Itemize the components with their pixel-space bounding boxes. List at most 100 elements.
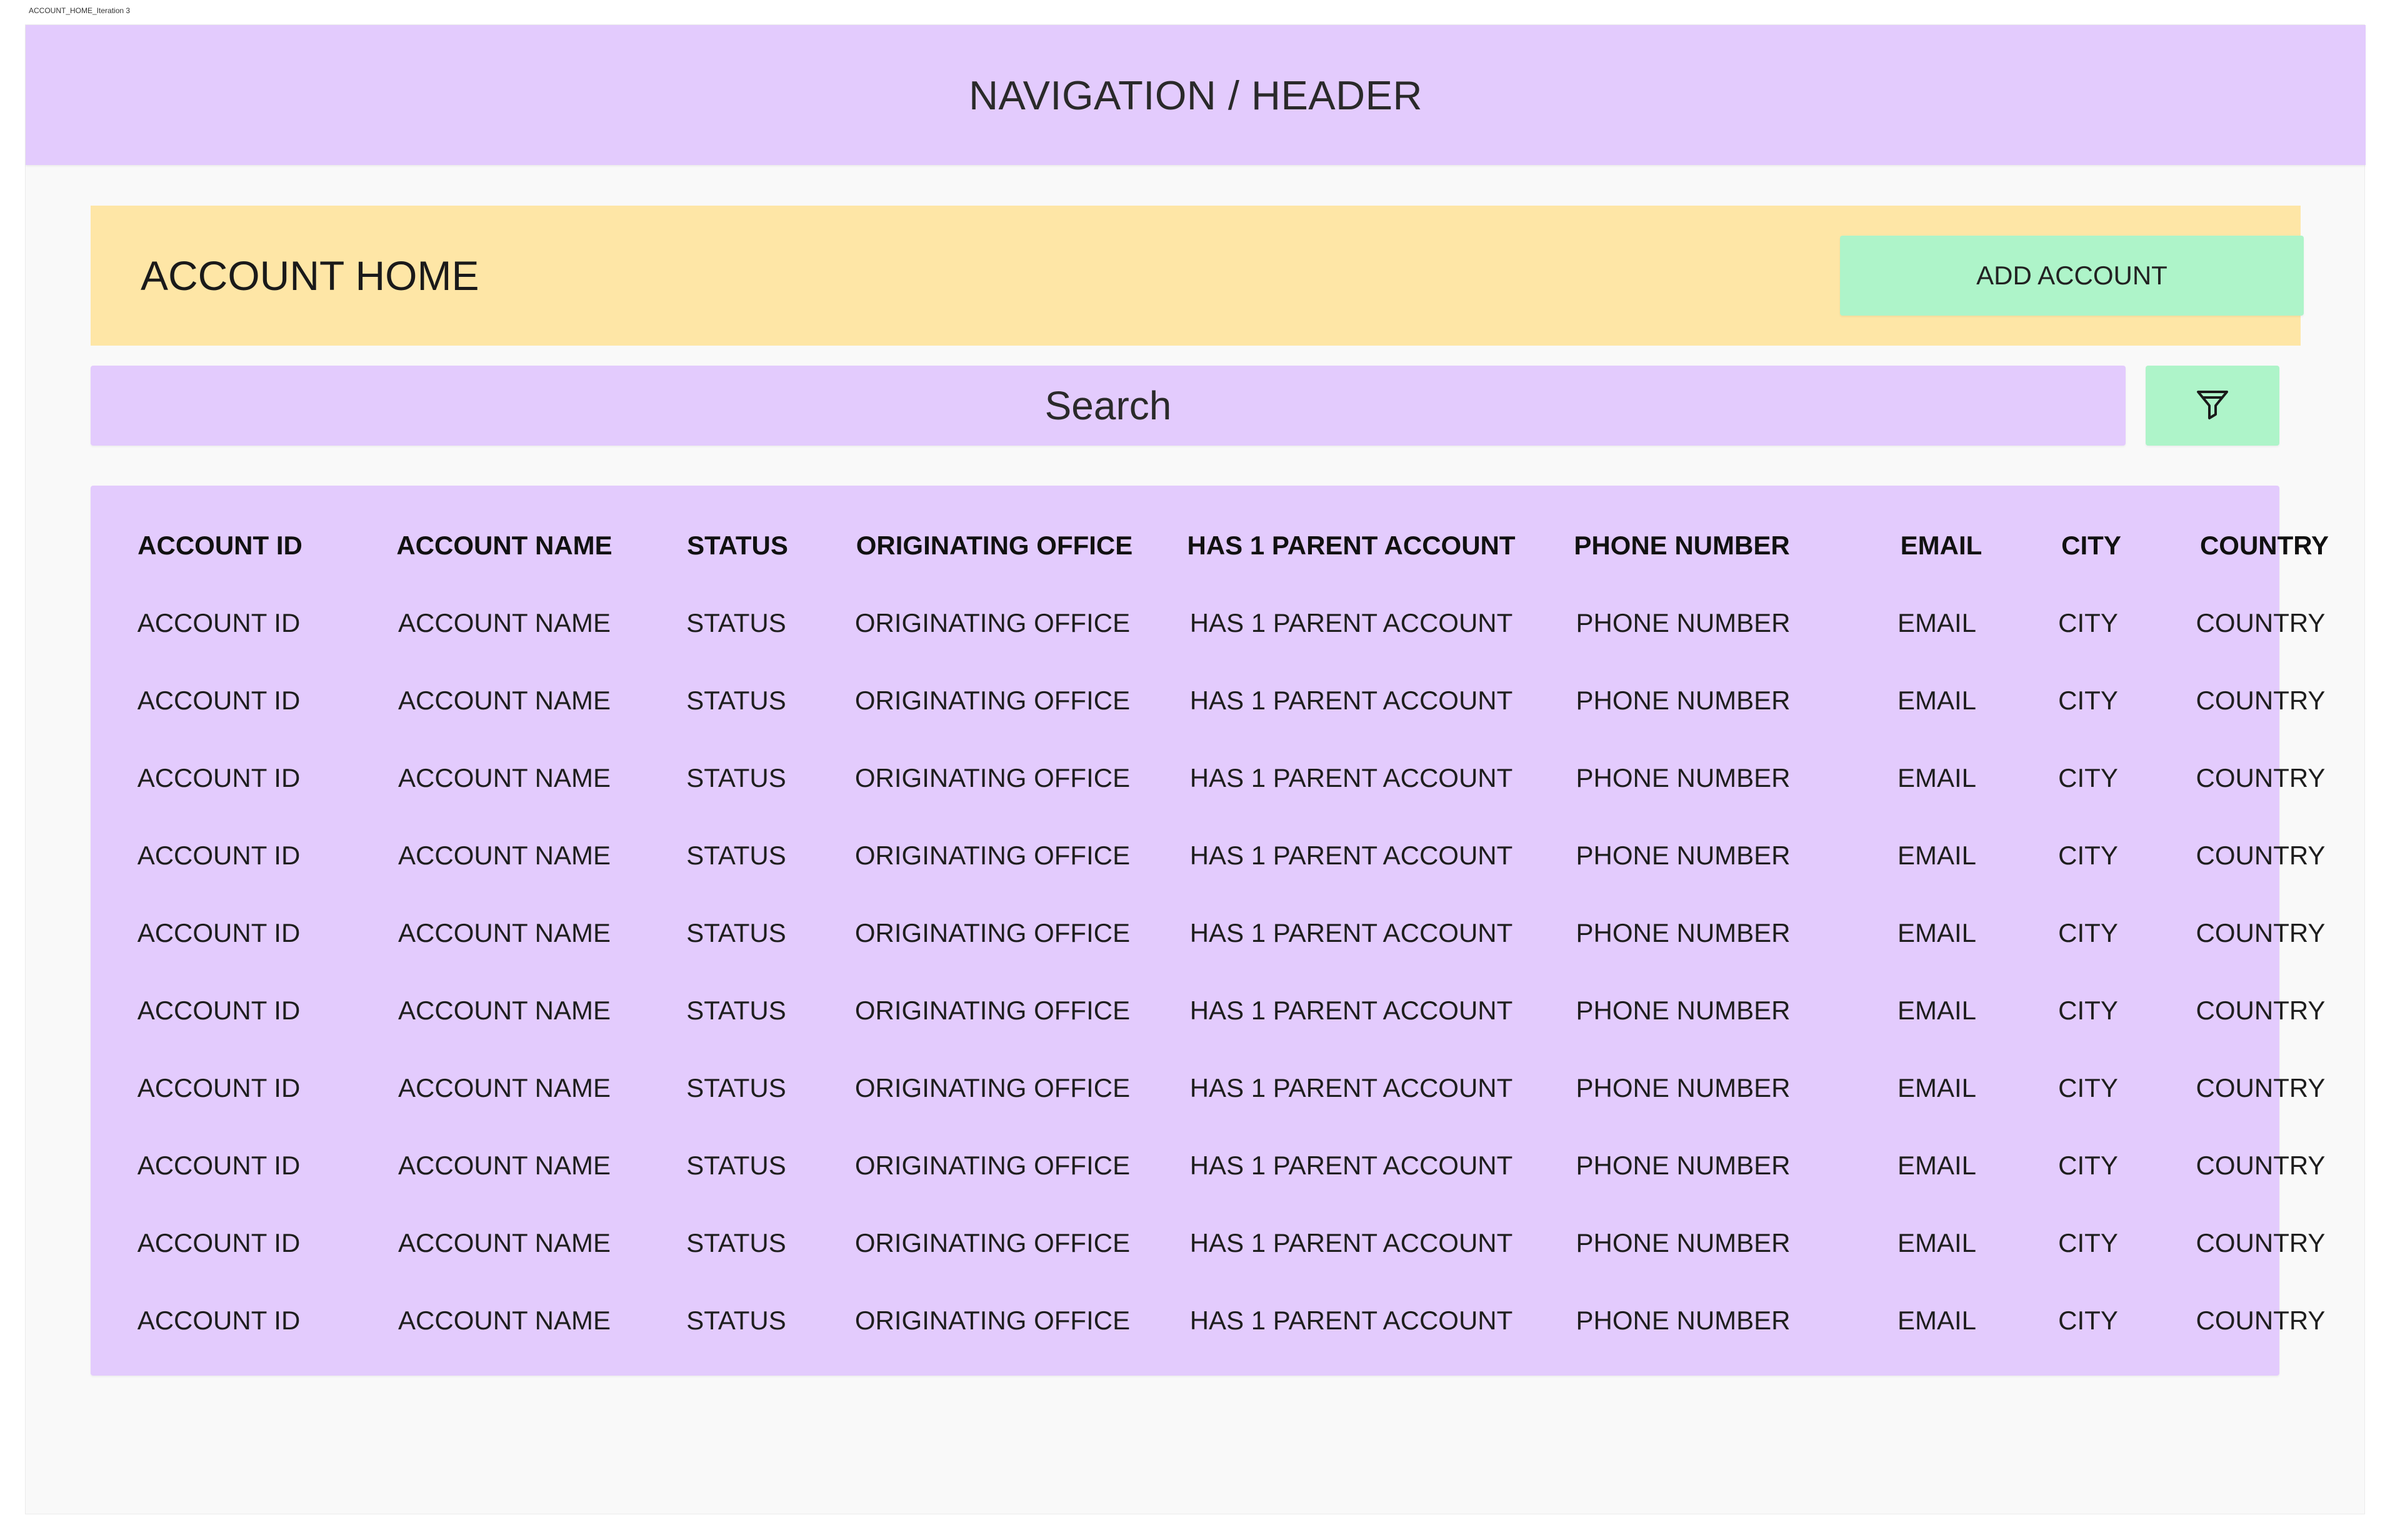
table-cell: COUNTRY [2196,1151,2326,1180]
table-cell: STATUS [686,1073,786,1102]
table-cell: CITY [2058,918,2118,948]
column-header-phone-number[interactable]: PHONE NUMBER [1574,507,1789,584]
table-cell: ORIGINATING OFFICE [854,608,1131,638]
filter-button[interactable] [2146,366,2279,446]
table-cell: ACCOUNT ID [137,996,301,1025]
table-cell: ACCOUNT ID [137,763,301,792]
table-cell: EMAIL [1897,763,1977,792]
table-row[interactable]: ACCOUNT ID ACCOUNT NAME STATUS ORIGINATING … [91,894,2326,972]
table-cell: ACCOUNT NAME [398,996,611,1025]
column-header-has-1-parent-account[interactable]: HAS 1 PARENT ACCOUNT [1187,507,1515,584]
table-cell: EMAIL [1897,1306,1977,1335]
table-cell: CITY [2058,608,2118,638]
table-cell: STATUS [686,1151,786,1180]
table-cell: CITY [2058,996,2118,1025]
table-row[interactable]: ACCOUNT ID ACCOUNT NAME STATUS ORIGINATING … [91,662,2326,739]
table-row[interactable]: ACCOUNT ID ACCOUNT NAME STATUS ORIGINATING … [91,1204,2326,1282]
table-cell: COUNTRY [2196,1228,2326,1258]
table-cell: COUNTRY [2196,686,2326,715]
table-cell: EMAIL [1897,996,1977,1025]
table-cell: STATUS [686,996,786,1025]
table-cell: HAS 1 PARENT ACCOUNT [1189,1073,1513,1102]
table-cell: HAS 1 PARENT ACCOUNT [1189,763,1513,792]
table-cell: PHONE NUMBER [1576,1073,1791,1102]
table-cell: STATUS [686,1306,786,1335]
table-cell: EMAIL [1897,686,1977,715]
table-cell: ACCOUNT ID [137,1228,301,1258]
table-cell: HAS 1 PARENT ACCOUNT [1189,918,1513,948]
table-cell: ACCOUNT ID [137,1151,301,1180]
table-cell: ACCOUNT ID [137,918,301,948]
table-cell: ACCOUNT NAME [398,608,611,638]
table-cell: CITY [2058,763,2118,792]
account-home-bar: ACCOUNT HOME ADD ACCOUNT [91,206,2304,346]
table-cell: EMAIL [1897,1228,1977,1258]
column-header-originating-office[interactable]: ORIGINATING OFFICE [856,507,1133,584]
search-label: Search [1044,383,1172,428]
table-row[interactable]: ACCOUNT ID ACCOUNT NAME STATUS ORIGINATING … [91,739,2326,817]
table-cell: HAS 1 PARENT ACCOUNT [1189,1228,1513,1258]
table-cell: COUNTRY [2196,996,2326,1025]
account-home-frame: NAVIGATION / HEADER ACCOUNT HOME ADD ACC… [25,24,2366,1514]
accounts-table: ACCOUNT ID ACCOUNT NAME STATUS ORIGINATING … [91,486,2329,1376]
table-cell: EMAIL [1897,1151,1977,1180]
column-header-account-name[interactable]: ACCOUNT NAME [396,507,612,584]
filter-funnel-icon [2197,391,2228,419]
table-cell: STATUS [686,918,786,948]
table-cell: PHONE NUMBER [1576,1151,1791,1180]
navigation-header[interactable]: NAVIGATION / HEADER [26,25,2366,165]
table-header-row: ACCOUNT ID ACCOUNT NAME STATUS ORIGINATING … [91,507,2329,584]
table-cell: ORIGINATING OFFICE [854,1306,1131,1335]
page-title: ACCOUNT HOME [141,252,479,299]
table-cell: ORIGINATING OFFICE [854,841,1131,870]
table-cell: STATUS [686,841,786,870]
column-header-email[interactable]: EMAIL [1901,507,1982,584]
table-cell: EMAIL [1897,918,1977,948]
table-cell: PHONE NUMBER [1576,763,1791,792]
table-row[interactable]: ACCOUNT ID ACCOUNT NAME STATUS ORIGINATING … [91,584,2326,662]
table-cell: COUNTRY [2196,1306,2326,1335]
table-cell: STATUS [686,763,786,792]
frame-label: ACCOUNT_HOME_Iteration 3 [29,6,131,15]
table-cell: ACCOUNT ID [137,608,301,638]
table-cell: COUNTRY [2196,918,2326,948]
table-cell: PHONE NUMBER [1576,918,1791,948]
table-cell: EMAIL [1897,1073,1977,1102]
table-cell: CITY [2058,1073,2118,1102]
table-cell: ACCOUNT NAME [398,1228,611,1258]
table-row[interactable]: ACCOUNT ID ACCOUNT NAME STATUS ORIGINATING … [91,1282,2326,1359]
table-row[interactable]: ACCOUNT ID ACCOUNT NAME STATUS ORIGINATING … [91,817,2326,894]
table-row[interactable]: ACCOUNT ID ACCOUNT NAME STATUS ORIGINATING … [91,972,2326,1049]
column-header-city[interactable]: CITY [2061,507,2121,584]
column-header-country[interactable]: COUNTRY [2200,507,2329,584]
table-cell: ACCOUNT NAME [398,686,611,715]
table-cell: COUNTRY [2196,841,2326,870]
column-header-status[interactable]: STATUS [687,507,788,584]
table-cell: HAS 1 PARENT ACCOUNT [1189,686,1513,715]
column-header-account-id[interactable]: ACCOUNT ID [138,507,302,584]
table-cell: PHONE NUMBER [1576,686,1791,715]
table-cell: PHONE NUMBER [1576,841,1791,870]
table-row[interactable]: ACCOUNT ID ACCOUNT NAME STATUS ORIGINATING … [91,1127,2326,1204]
table-cell: STATUS [686,608,786,638]
table-cell: ACCOUNT NAME [398,841,611,870]
table-cell: ACCOUNT NAME [398,1073,611,1102]
table-row[interactable]: ACCOUNT ID ACCOUNT NAME STATUS ORIGINATING … [91,1049,2326,1127]
add-account-button[interactable]: ADD ACCOUNT [1840,236,2304,316]
table-cell: CITY [2058,686,2118,715]
table-cell: STATUS [686,1228,786,1258]
table-cell: ORIGINATING OFFICE [854,1151,1131,1180]
table-cell: ACCOUNT NAME [398,763,611,792]
table-cell: ORIGINATING OFFICE [854,686,1131,715]
search-input[interactable]: Search [91,366,2126,446]
table-cell: ORIGINATING OFFICE [854,763,1131,792]
table-cell: COUNTRY [2196,608,2326,638]
table-cell: CITY [2058,841,2118,870]
table-cell: PHONE NUMBER [1576,1228,1791,1258]
table-cell: PHONE NUMBER [1576,1306,1791,1335]
table-cell: ACCOUNT NAME [398,1151,611,1180]
table-cell: CITY [2058,1151,2118,1180]
table-cell: COUNTRY [2196,763,2326,792]
table-cell: EMAIL [1897,608,1977,638]
table-cell: ACCOUNT ID [137,1073,301,1102]
